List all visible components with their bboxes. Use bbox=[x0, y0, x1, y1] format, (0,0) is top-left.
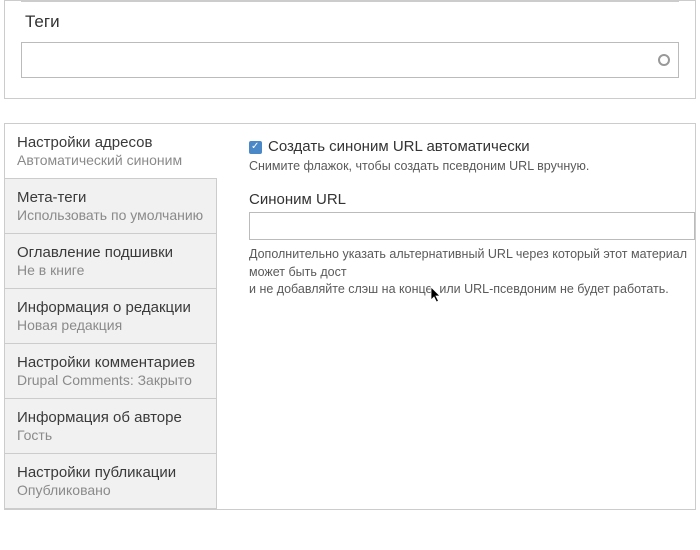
auto-alias-checkbox[interactable] bbox=[249, 141, 262, 154]
alias-desc-line2: и не добавляйте слэш на конце, или URL-п… bbox=[249, 282, 669, 296]
tab-summary: Автоматический синоним bbox=[17, 152, 204, 168]
settings-panel: Настройки адресов Автоматический синоним… bbox=[4, 123, 696, 510]
alias-field-label: Синоним URL bbox=[249, 191, 695, 208]
alias-description: Дополнительно указать альтернативный URL… bbox=[249, 246, 695, 299]
tab-title: Информация об авторе bbox=[17, 409, 204, 426]
url-settings-content: Создать синоним URL автоматически Снимит… bbox=[217, 124, 695, 509]
tab-summary: Использовать по умолчанию bbox=[17, 207, 204, 223]
tab-title: Настройки адресов bbox=[17, 134, 204, 151]
tab-publish-settings[interactable]: Настройки публикации Опубликовано bbox=[5, 454, 216, 509]
tab-url-settings[interactable]: Настройки адресов Автоматический синоним bbox=[5, 124, 216, 179]
tab-summary: Не в книге bbox=[17, 262, 204, 278]
tab-summary: Drupal Comments: Закрыто bbox=[17, 372, 204, 388]
divider bbox=[21, 1, 679, 2]
tab-title: Мета-теги bbox=[17, 189, 204, 206]
alias-input[interactable] bbox=[249, 212, 695, 240]
auto-alias-label: Создать синоним URL автоматически bbox=[268, 138, 530, 155]
autocomplete-throbber-icon bbox=[658, 54, 670, 66]
tags-input[interactable] bbox=[30, 43, 650, 77]
tags-input-wrapper[interactable] bbox=[21, 42, 679, 78]
tab-summary: Новая редакция bbox=[17, 317, 204, 333]
tags-section: Теги bbox=[4, 0, 696, 99]
tab-author-info[interactable]: Информация об авторе Гость bbox=[5, 399, 216, 454]
auto-alias-row[interactable]: Создать синоним URL автоматически bbox=[249, 138, 695, 155]
tab-title: Настройки публикации bbox=[17, 464, 204, 481]
tab-book-outline[interactable]: Оглавление подшивки Не в книге bbox=[5, 234, 216, 289]
tab-title: Информация о редакции bbox=[17, 299, 204, 316]
tab-summary: Опубликовано bbox=[17, 482, 204, 498]
tab-meta-tags[interactable]: Мета-теги Использовать по умолчанию bbox=[5, 179, 216, 234]
tab-title: Оглавление подшивки bbox=[17, 244, 204, 261]
alias-desc-line1: Дополнительно указать альтернативный URL… bbox=[249, 247, 687, 279]
tags-label: Теги bbox=[25, 12, 679, 32]
vertical-tabs: Настройки адресов Автоматический синоним… bbox=[5, 124, 217, 509]
auto-alias-hint: Снимите флажок, чтобы создать псевдоним … bbox=[249, 159, 695, 173]
tab-revision-info[interactable]: Информация о редакции Новая редакция bbox=[5, 289, 216, 344]
tab-title: Настройки комментариев bbox=[17, 354, 204, 371]
tab-comment-settings[interactable]: Настройки комментариев Drupal Comments: … bbox=[5, 344, 216, 399]
tab-summary: Гость bbox=[17, 427, 204, 443]
